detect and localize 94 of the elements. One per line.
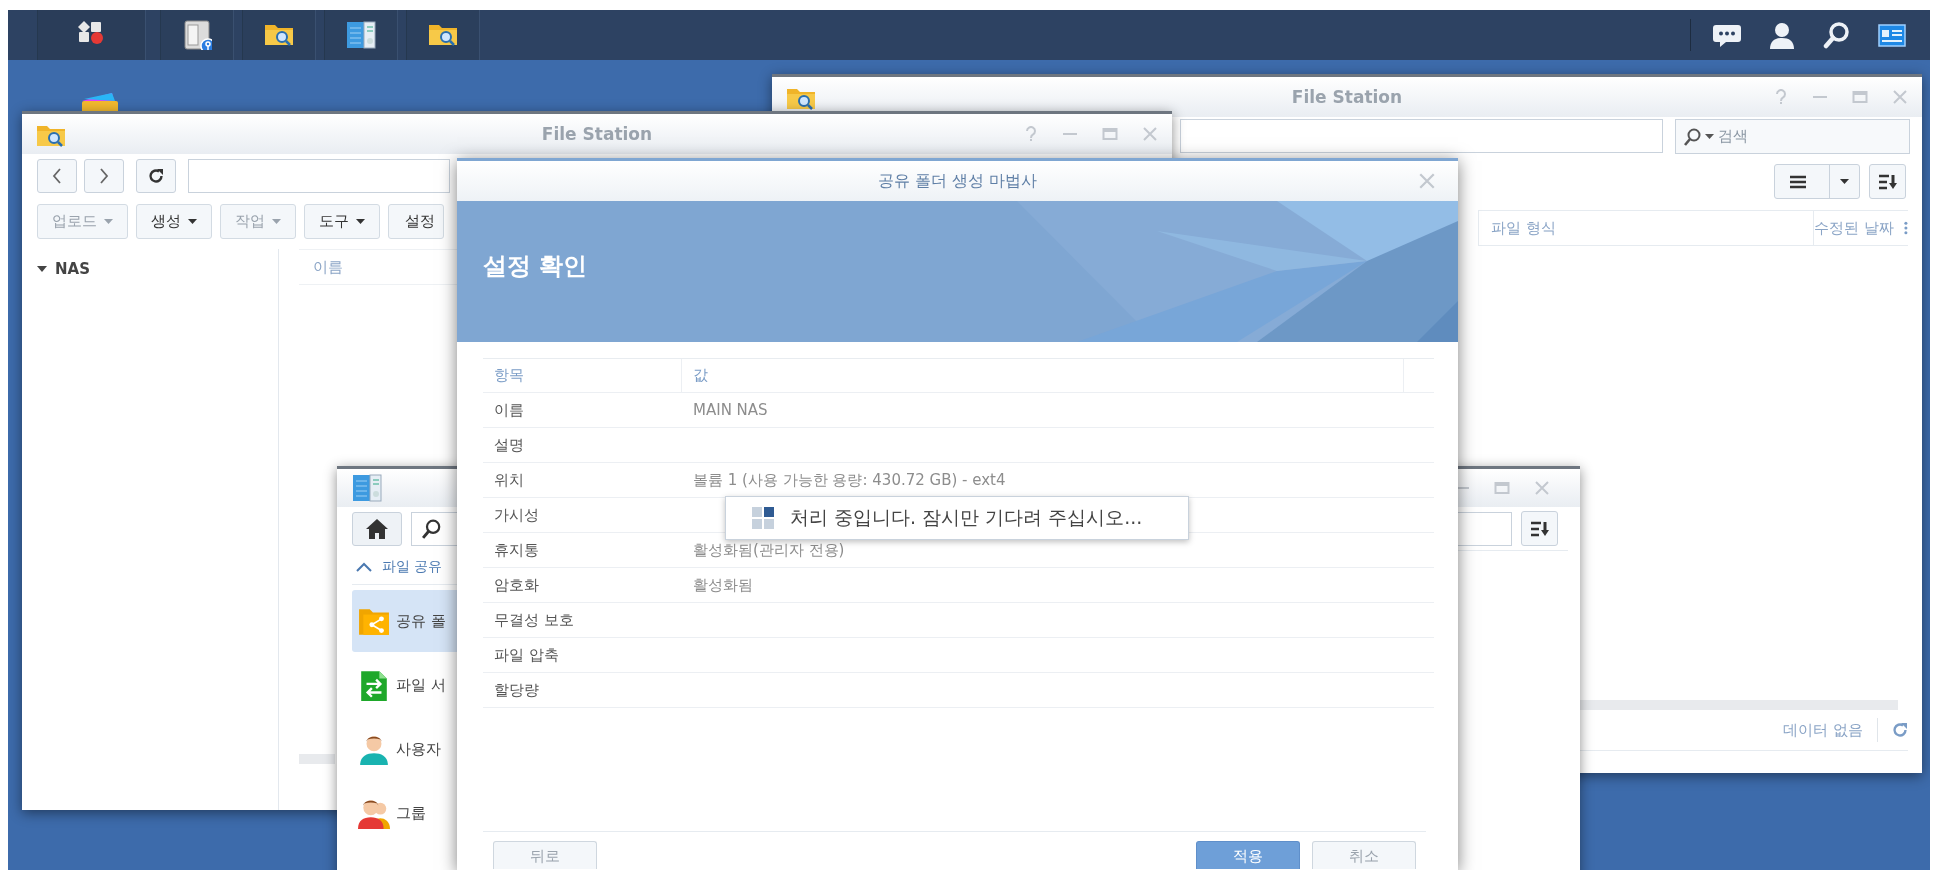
- taskbar-button[interactable]: [406, 10, 480, 60]
- table-cell-text: MAIN NAS: [692, 401, 768, 419]
- taskbar-button[interactable]: [242, 10, 316, 60]
- table-cell-text: 활성화됨: [692, 575, 753, 595]
- search-field[interactable]: 검색: [1675, 118, 1910, 154]
- sort-icon: [1529, 520, 1550, 537]
- chevron-left-icon: [52, 168, 62, 184]
- path-field[interactable]: [188, 159, 450, 193]
- window-title: File Station: [540, 124, 654, 144]
- sidebar-label: 공유 폴: [396, 611, 446, 631]
- sort-button[interactable]: [1521, 511, 1558, 546]
- help-icon[interactable]: [1024, 126, 1038, 142]
- table-cell-text: 이름: [493, 400, 525, 420]
- sidebar-item[interactable]: 사용자: [352, 718, 457, 780]
- close-icon[interactable]: [1892, 89, 1908, 105]
- taskbar-button[interactable]: [37, 10, 146, 60]
- sort-button[interactable]: [1869, 164, 1906, 199]
- forward-button[interactable]: [84, 159, 124, 193]
- dialog-title: 공유 폴더 생성 마법사: [877, 170, 1038, 192]
- sidebar-item[interactable]: 파일 서: [352, 654, 457, 716]
- control-panel-icon: [346, 20, 376, 50]
- home-button[interactable]: [352, 511, 402, 546]
- refresh-icon: [148, 168, 164, 184]
- chevron-right-icon: [99, 168, 109, 184]
- table-cell-text: 할당량: [493, 680, 540, 700]
- transfer-icon: [358, 669, 390, 701]
- search-icon[interactable]: [1823, 21, 1851, 49]
- refresh-icon[interactable]: [1892, 722, 1908, 738]
- search-icon: [422, 518, 442, 539]
- table-cell-text: 볼륨 1 (사용 가능한 용량: 430.72 GB) - ext4: [692, 470, 1006, 490]
- sidebar-label: 사용자: [396, 739, 441, 759]
- status-text: 데이터 없음: [1783, 720, 1863, 740]
- sidebar-label: 그룹: [396, 803, 426, 823]
- view-mode-button[interactable]: [1774, 164, 1860, 199]
- caret-icon: [188, 219, 197, 224]
- back-button[interactable]: [37, 159, 77, 193]
- toolbar-button[interactable]: 설정: [388, 204, 444, 239]
- column-header[interactable]: 값: [681, 359, 1403, 392]
- close-icon[interactable]: [1418, 172, 1436, 190]
- help-icon[interactable]: [1774, 89, 1788, 105]
- home-icon: [365, 517, 389, 540]
- maximize-icon[interactable]: [1494, 480, 1510, 496]
- security-app-icon: [182, 20, 212, 50]
- caret-icon: [272, 219, 281, 224]
- caret-icon: [1705, 134, 1714, 139]
- caret-icon: [104, 219, 113, 224]
- scrollbar[interactable]: [299, 754, 335, 764]
- cancel-button[interactable]: 취소: [1312, 841, 1416, 869]
- table-cell-text: 암호화: [493, 575, 540, 595]
- list-icon: [1789, 174, 1807, 189]
- tree-label: NAS: [55, 260, 90, 278]
- toolbar-button[interactable]: 생성: [136, 204, 212, 239]
- caret-down-icon[interactable]: [37, 264, 47, 274]
- loading-icon: [752, 507, 774, 529]
- column-menu-icon[interactable]: [1904, 221, 1908, 235]
- user-icon[interactable]: [1768, 21, 1796, 49]
- app-icon: [352, 473, 382, 503]
- section-label: 파일 공유: [382, 558, 443, 576]
- table-cell-text: 설명: [493, 435, 525, 455]
- sort-icon: [1877, 173, 1898, 190]
- table-cell-text: 가시성: [493, 505, 540, 525]
- path-field[interactable]: [1180, 119, 1663, 153]
- toolbar-button[interactable]: 도구: [304, 204, 380, 239]
- table-cell-text: 휴지통: [493, 540, 540, 560]
- caret-icon: [356, 219, 365, 224]
- sidebar-item[interactable]: 그룹: [352, 782, 457, 844]
- column-header[interactable]: 파일 형식: [1478, 211, 1814, 245]
- caret-icon: [1840, 179, 1849, 184]
- column-header[interactable]: 수정된 날짜: [1813, 211, 1905, 245]
- tree-item[interactable]: NAS: [22, 257, 278, 281]
- apply-button[interactable]: 적용: [1196, 841, 1300, 869]
- back-button[interactable]: 뒤로: [493, 841, 597, 869]
- window-title: File Station: [1290, 87, 1404, 107]
- maximize-icon[interactable]: [1102, 126, 1118, 142]
- table-cell-text: 활성화됨(관리자 전용): [692, 540, 845, 560]
- close-icon[interactable]: [1142, 126, 1158, 142]
- progress-message: 처리 중입니다. 잠시만 기다려 주십시오...: [790, 505, 1143, 530]
- sidebar-label: 파일 서: [396, 675, 446, 695]
- table-cell-text: 파일 압축: [493, 645, 560, 665]
- person-icon: [358, 733, 390, 765]
- taskbar-button[interactable]: [324, 10, 398, 60]
- maximize-icon[interactable]: [1852, 89, 1868, 105]
- sidebar-item[interactable]: 공유 폴: [352, 590, 457, 652]
- refresh-button[interactable]: [136, 159, 176, 193]
- search-icon: [1684, 127, 1702, 146]
- table-cell-text: 위치: [493, 470, 525, 490]
- widget-icon[interactable]: [1878, 21, 1906, 49]
- table-cell-text: 무결성 보호: [493, 610, 575, 630]
- wizard-heading: 설정 확인: [482, 250, 588, 282]
- column-header[interactable]: 이름: [299, 257, 343, 277]
- column-header[interactable]: 항목: [483, 359, 681, 392]
- taskbar-button[interactable]: [160, 10, 234, 60]
- close-icon[interactable]: [1534, 480, 1550, 496]
- people-icon: [358, 797, 390, 829]
